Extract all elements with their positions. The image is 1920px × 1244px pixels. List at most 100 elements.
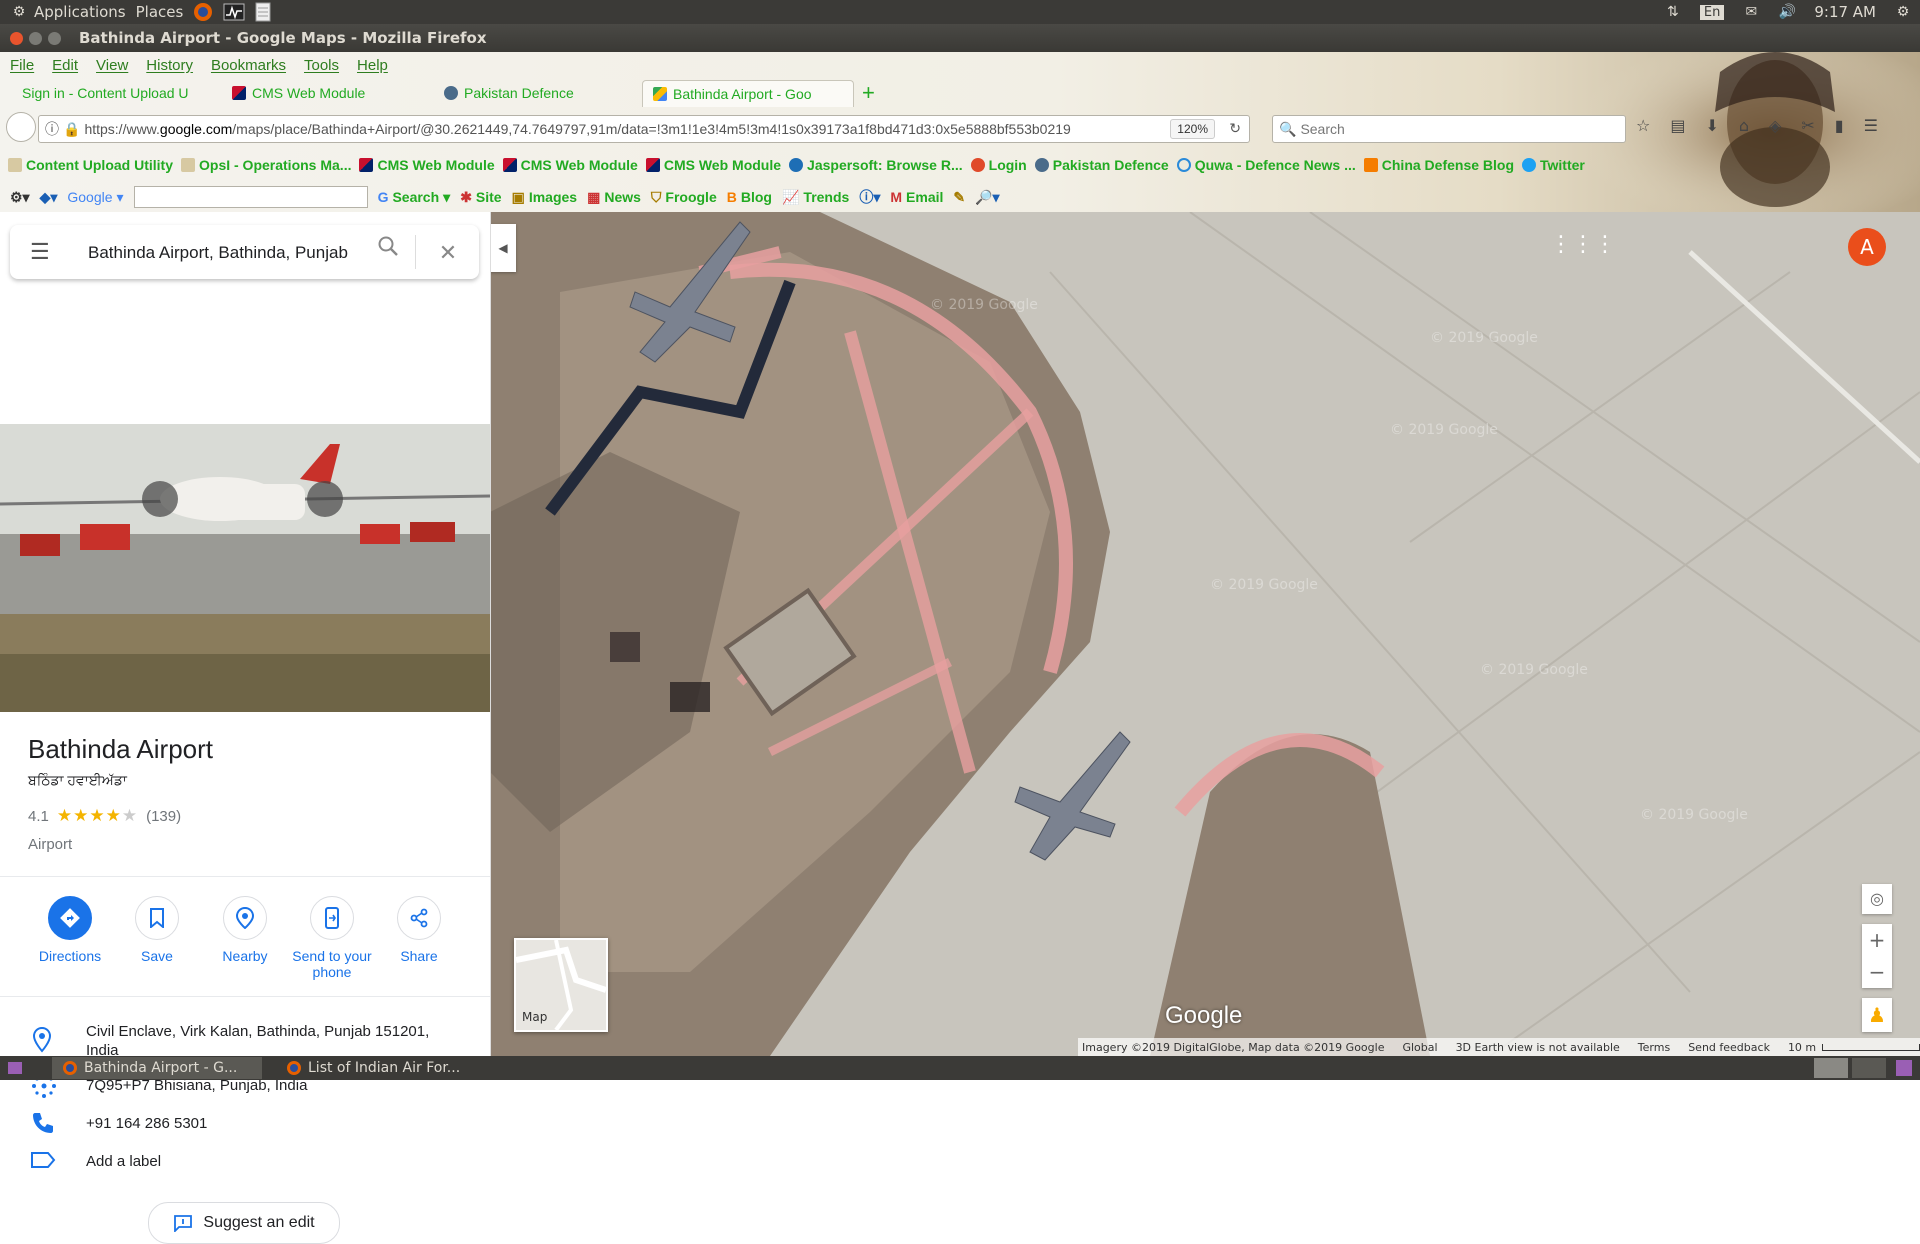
new-tab-icon[interactable]: + (862, 80, 886, 106)
maps-search-input[interactable] (86, 239, 370, 267)
tab-bathinda-airport[interactable]: Bathinda Airport - Goo (642, 80, 854, 107)
tab-pakistan-defence[interactable]: Pakistan Defence (444, 80, 634, 106)
maximize-window-icon[interactable] (48, 31, 61, 45)
zoom-level[interactable]: 120% (1170, 119, 1215, 139)
place-photo[interactable] (0, 424, 490, 712)
bookmark-star-icon[interactable]: ☆ (1636, 116, 1650, 135)
google-apps-icon[interactable]: ⋮⋮⋮ (1550, 232, 1616, 257)
text-editor-icon[interactable] (255, 2, 271, 22)
toolbar-blog[interactable]: B Blog (727, 189, 772, 205)
highlighter-icon[interactable]: ✎ (953, 189, 965, 206)
place-category[interactable]: Airport (28, 836, 72, 853)
bookmark-pakistan-defence[interactable]: Pakistan Defence (1034, 157, 1169, 173)
toolbar-trends[interactable]: 📈 Trends (782, 189, 849, 206)
toolbar-addon-icon[interactable]: ◆▾ (40, 189, 58, 206)
mail-icon[interactable]: ✉ (1742, 3, 1760, 21)
bookmark-jaspersoft[interactable]: Jaspersoft: Browse R... (789, 157, 963, 173)
bookmark-cms-2[interactable]: CMS Web Module (502, 157, 638, 173)
bookmark-cms-3[interactable]: CMS Web Module (645, 157, 781, 173)
toolbar-options-icon[interactable]: ⚙▾ (10, 189, 30, 206)
menu-tools[interactable]: Tools (304, 57, 339, 74)
session-gear-icon[interactable]: ⚙ (1894, 3, 1912, 21)
google-toolbar-input[interactable] (133, 186, 368, 208)
reading-list-icon[interactable]: ▤ (1670, 116, 1685, 135)
menu-view[interactable]: View (96, 57, 128, 74)
close-window-icon[interactable] (10, 31, 23, 45)
add-label-row[interactable]: Add a label (0, 1148, 490, 1176)
tab-cms-web-module[interactable]: CMS Web Module (232, 80, 432, 106)
toolbar-info-icon[interactable]: ⓘ▾ (859, 187, 880, 207)
tab-content-upload[interactable]: Sign in - Content Upload U (22, 80, 198, 106)
phone-row[interactable]: +91 164 286 5301 (0, 1110, 490, 1138)
toolbar-images[interactable]: ▣ Images (512, 189, 577, 206)
system-monitor-icon[interactable] (223, 3, 245, 21)
save-button[interactable]: Save (117, 896, 197, 964)
task-bathinda-airport[interactable]: Bathinda Airport - G... (52, 1057, 262, 1079)
workspace-2[interactable] (1852, 1058, 1886, 1078)
workspace-switcher[interactable] (1814, 1058, 1886, 1078)
satellite-map[interactable]: © 2019 Google © 2019 Google © 2019 Googl… (490, 212, 1920, 1056)
home-icon[interactable]: ⌂ (1739, 116, 1749, 135)
nearby-button[interactable]: Nearby (205, 896, 285, 964)
toolbar-email[interactable]: M Email (890, 189, 943, 205)
toolbar-site[interactable]: ✱ Site (460, 189, 501, 206)
trash-icon[interactable] (1896, 1060, 1912, 1076)
toolbar-news[interactable]: ▦ News (587, 189, 641, 206)
map-type-toggle[interactable]: Map (514, 938, 608, 1032)
send-to-phone-button[interactable]: Send to your phone (285, 896, 379, 980)
task-indian-air-force[interactable]: List of Indian Air For... (276, 1057, 486, 1079)
suggest-edit-button[interactable]: Suggest an edit (148, 1202, 340, 1244)
network-icon[interactable]: ⇅ (1664, 3, 1682, 21)
toolbar-froogle[interactable]: ⛉ Froogle (651, 189, 717, 206)
scale-label[interactable]: 10 m (1788, 1041, 1816, 1054)
bookmark-china-defense[interactable]: China Defense Blog (1363, 157, 1514, 173)
menu-history[interactable]: History (146, 57, 193, 74)
extension-icon[interactable]: ▮ (1835, 116, 1844, 135)
rating-stars[interactable]: ★★★★★ (57, 806, 138, 826)
menu-help[interactable]: Help (357, 57, 388, 74)
send-feedback-link[interactable]: Send feedback (1688, 1041, 1770, 1054)
my-location-icon[interactable]: ◎ (1862, 884, 1892, 914)
applications-menu[interactable]: ⚙ Applications (10, 3, 126, 21)
clock[interactable]: 9:17 AM (1814, 3, 1876, 21)
terms-link[interactable]: Terms (1638, 1041, 1670, 1054)
firefox-launcher-icon[interactable] (193, 2, 213, 22)
info-icon[interactable]: ⓘ (45, 119, 59, 139)
minimize-window-icon[interactable] (29, 31, 42, 45)
bookmark-twitter[interactable]: Twitter (1522, 157, 1585, 173)
menu-bookmarks[interactable]: Bookmarks (211, 57, 286, 74)
pegman-icon[interactable]: ♟ (1862, 998, 1892, 1032)
volume-icon[interactable]: 🔊 (1778, 3, 1796, 21)
pocket-icon[interactable]: ◈ (1769, 116, 1781, 135)
workspace-1[interactable] (1814, 1058, 1848, 1078)
menu-file[interactable]: File (10, 57, 34, 74)
downloads-icon[interactable]: ⬇ (1705, 116, 1718, 135)
global-link[interactable]: Global (1402, 1041, 1437, 1054)
review-count[interactable]: (139) (146, 808, 181, 825)
browser-search-box[interactable]: 🔍 Search (1272, 115, 1626, 143)
bookmark-quwa[interactable]: Quwa - Defence News ... (1176, 157, 1356, 173)
share-button[interactable]: Share (379, 896, 459, 964)
back-button[interactable] (6, 112, 36, 142)
toolbar-search[interactable]: G Search ▾ (378, 189, 451, 206)
bookmark-content-upload[interactable]: Content Upload Utility (8, 157, 173, 173)
reload-icon[interactable]: ↻ (1229, 120, 1241, 137)
places-menu[interactable]: Places (136, 3, 184, 21)
screenshot-icon[interactable]: ✂ (1801, 116, 1814, 135)
bookmark-opsi[interactable]: OpsI - Operations Ma... (181, 157, 351, 173)
collapse-panel-button[interactable]: ◀ (490, 224, 516, 272)
find-icon[interactable]: 🔎▾ (975, 189, 999, 206)
search-engine-icon[interactable]: 🔍 (1279, 121, 1296, 138)
clear-search-icon[interactable]: ✕ (430, 235, 466, 271)
url-bar[interactable]: ⓘ 🔒 https://www.google.com/maps/place/Ba… (38, 115, 1250, 143)
account-avatar[interactable]: A (1848, 228, 1886, 266)
hamburger-menu-icon[interactable]: ☰ (1864, 116, 1878, 135)
directions-button[interactable]: Directions (30, 896, 110, 964)
show-desktop-icon[interactable] (8, 1062, 22, 1074)
search-icon[interactable] (370, 233, 406, 269)
zoom-out-icon[interactable]: − (1862, 956, 1892, 988)
menu-edit[interactable]: Edit (52, 57, 78, 74)
keyboard-language-indicator[interactable]: En (1699, 4, 1725, 20)
zoom-in-icon[interactable]: + (1862, 924, 1892, 956)
google-brand[interactable]: Google ▾ (67, 189, 123, 206)
